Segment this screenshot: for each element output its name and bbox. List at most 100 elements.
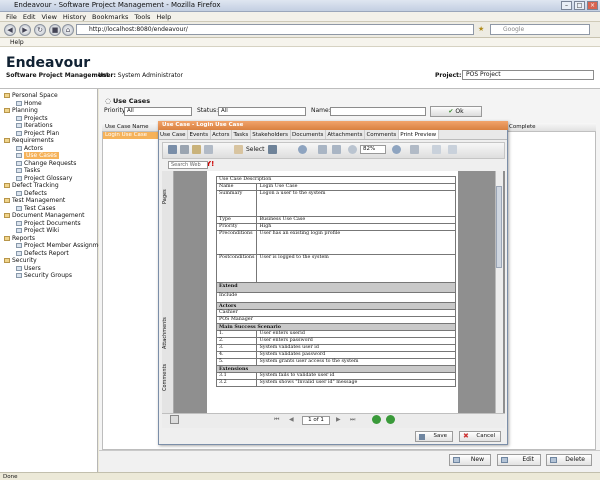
sidebar-item-defect-tracking[interactable]: Defect Tracking xyxy=(4,182,59,190)
sidebar-item-defects[interactable]: Defects xyxy=(16,190,47,198)
sidebar-item-label: Project Plan xyxy=(24,129,60,137)
page-indicator[interactable]: 1 of 1 xyxy=(302,416,330,425)
sidebar-item-test-cases[interactable]: Test Cases xyxy=(16,205,56,213)
sidebar-item-project-plan[interactable]: Project Plan xyxy=(16,130,59,138)
name-input[interactable] xyxy=(330,107,426,116)
tab-print-preview[interactable]: Print Preview xyxy=(399,130,440,139)
sidebar-item-home[interactable]: Home xyxy=(16,100,42,108)
sidebar-item-project-member-assignments[interactable]: Project Member Assignments xyxy=(16,242,111,250)
col-complete[interactable]: Complete xyxy=(509,123,536,132)
print-icon[interactable] xyxy=(180,145,189,154)
tab-documents[interactable]: Documents xyxy=(291,130,327,139)
sidebar-item-personal-space[interactable]: Personal Space xyxy=(4,92,58,100)
sidebar-item-use-cases[interactable]: Use Cases xyxy=(16,152,59,160)
sidebar-item-test-management[interactable]: Test Management xyxy=(4,197,65,205)
home-icon[interactable]: ⌂ xyxy=(62,24,74,36)
menu-history[interactable]: History xyxy=(63,13,86,21)
zoom-select[interactable]: 82% xyxy=(360,145,386,154)
fit-width-icon[interactable] xyxy=(332,145,341,154)
page-icon xyxy=(16,243,22,248)
rotate-icon[interactable] xyxy=(432,145,441,154)
last-page-icon[interactable]: ⏭ xyxy=(350,416,355,424)
sidebar-item-iterations[interactable]: Iterations xyxy=(16,122,53,130)
col-use-case-name[interactable]: Use Case Name xyxy=(105,123,148,132)
tab-stakeholders[interactable]: Stakeholders xyxy=(251,130,291,139)
sidebar-item-project-wiki[interactable]: Project Wiki xyxy=(16,227,59,235)
zoom-out-icon[interactable] xyxy=(348,145,357,154)
table-row[interactable]: Login Use Case xyxy=(103,132,161,139)
sidebar-item-users[interactable]: Users xyxy=(16,265,41,273)
sidebar-item-project-documents[interactable]: Project Documents xyxy=(16,220,81,228)
sidebar-item-document-management[interactable]: Document Management xyxy=(4,212,85,220)
menu-edit[interactable]: Edit xyxy=(23,13,36,21)
scroll-thumb[interactable] xyxy=(496,186,502,268)
tab-label: Documents xyxy=(291,132,324,138)
first-page-icon[interactable]: ⏮ xyxy=(274,416,279,424)
prev-page-icon[interactable]: ◀ xyxy=(289,416,294,423)
sidebar-item-security[interactable]: Security xyxy=(4,257,37,265)
sidebar-item-requirements[interactable]: Requirements xyxy=(4,137,54,145)
close-icon[interactable]: × xyxy=(587,1,598,10)
project-select[interactable]: POS Project xyxy=(462,70,594,80)
split-icon[interactable] xyxy=(170,415,179,424)
url-input[interactable]: http://localhost:8080/endeavour/ xyxy=(76,24,474,35)
pages-tab[interactable]: Pages xyxy=(162,180,174,214)
edit-button[interactable]: Edit xyxy=(497,454,541,466)
menu-tools[interactable]: Tools xyxy=(134,13,150,21)
browser-search-input[interactable]: Google xyxy=(490,24,590,35)
doc-key: Preconditions xyxy=(215,230,258,255)
save-button[interactable]: Save xyxy=(415,431,453,442)
sidebar-item-defects-report[interactable]: Defects Report xyxy=(16,250,69,258)
tab-use-case[interactable]: Use Case xyxy=(159,130,189,139)
sidebar-item-projects[interactable]: Projects xyxy=(16,115,48,123)
tab-events[interactable]: Events xyxy=(188,130,212,139)
tab-attachments[interactable]: Attachments xyxy=(326,130,366,139)
save-doc-icon[interactable] xyxy=(168,145,177,154)
delete-button[interactable]: Delete xyxy=(546,454,592,466)
tab-comments[interactable]: Comments xyxy=(365,130,400,139)
next-page-icon[interactable]: ▶ xyxy=(336,416,341,423)
sidebar-item-planning[interactable]: Planning xyxy=(4,107,38,115)
menu-help[interactable]: Help xyxy=(156,13,171,21)
ok-button[interactable]: ✔ Ok xyxy=(430,106,482,117)
new-button[interactable]: New xyxy=(449,454,491,466)
sidebar-item-security-groups[interactable]: Security Groups xyxy=(16,272,72,280)
email-icon[interactable] xyxy=(192,145,201,154)
forward-play-icon[interactable] xyxy=(386,415,395,424)
zoom-plus-icon[interactable] xyxy=(392,145,401,154)
undo-icon[interactable] xyxy=(448,145,457,154)
comments-tab[interactable]: Comments xyxy=(162,360,174,394)
maximize-icon[interactable]: □ xyxy=(574,1,585,10)
star-icon[interactable]: ★ xyxy=(478,25,484,33)
sidebar-item-tasks[interactable]: Tasks xyxy=(16,167,40,175)
select-tool[interactable]: Select xyxy=(246,146,265,153)
attachments-tab[interactable]: Attachments xyxy=(162,312,174,354)
sidebar-item-label: Defect Tracking xyxy=(12,182,59,189)
fit-page-icon[interactable] xyxy=(318,145,327,154)
menu-file[interactable]: File xyxy=(6,13,17,21)
forward-icon[interactable]: ▶ xyxy=(19,24,31,36)
priority-select[interactable]: All xyxy=(124,107,192,116)
pdf-search-input[interactable]: Search Web xyxy=(168,161,208,169)
status-select[interactable]: All xyxy=(218,107,306,116)
snapshot-icon[interactable] xyxy=(268,145,277,154)
sidebar-item-actors[interactable]: Actors xyxy=(16,145,43,153)
reload-icon[interactable]: ↻ xyxy=(34,24,46,36)
minimize-icon[interactable]: – xyxy=(561,1,572,10)
hand-tool-icon[interactable] xyxy=(234,145,243,154)
sidebar-item-change-requests[interactable]: Change Requests xyxy=(16,160,76,168)
back-icon[interactable]: ◀ xyxy=(4,24,16,36)
menu-bookmarks[interactable]: Bookmarks xyxy=(92,13,128,21)
play-icon[interactable] xyxy=(372,415,381,424)
stop-icon[interactable]: ■ xyxy=(49,24,61,36)
zoom-in-icon[interactable] xyxy=(298,145,307,154)
menu-view[interactable]: View xyxy=(41,13,56,21)
sidebar-item-project-glossary[interactable]: Project Glossary xyxy=(16,175,72,183)
cancel-button[interactable]: ✖ Cancel xyxy=(459,431,501,442)
tab-tasks[interactable]: Tasks xyxy=(232,130,252,139)
share-icon[interactable] xyxy=(204,145,213,154)
tab-actors[interactable]: Actors xyxy=(211,130,233,139)
help-link[interactable]: Help xyxy=(0,38,600,47)
page-layout-icon[interactable] xyxy=(410,145,419,154)
sidebar-item-reports[interactable]: Reports xyxy=(4,235,35,243)
